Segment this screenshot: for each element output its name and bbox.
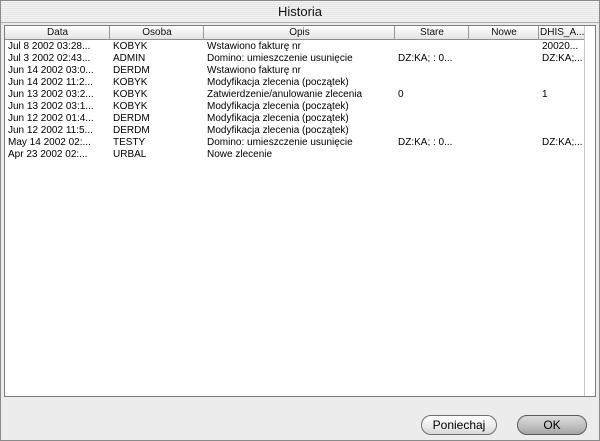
cell-dhis <box>540 113 585 125</box>
cell-osoba: DERDM <box>113 125 150 136</box>
column-header-dhis[interactable]: DHIS_A... <box>540 26 585 40</box>
cell-stare <box>396 77 469 89</box>
cell-opis: Modyfikacja zlecenia (początek) <box>207 125 349 136</box>
cell-nowe <box>470 65 539 77</box>
window-title: Historia <box>277 4 323 19</box>
table-header: Data Osoba Opis Stare Nowe DHIS_A... <box>5 26 585 40</box>
cell-opis: Modyfikacja zlecenia (początek) <box>207 101 349 112</box>
cell-dhis <box>540 149 585 161</box>
cell-nowe <box>470 41 539 53</box>
cell-data: Apr 23 2002 02:... <box>8 149 88 160</box>
vertical-scrollbar[interactable] <box>584 26 595 396</box>
cell-opis: Domino: umieszczenie usunięcie <box>207 137 353 148</box>
cell-osoba: KOBYK <box>113 41 148 52</box>
cell-nowe <box>470 77 539 89</box>
cell-stare: 0 <box>398 89 404 100</box>
cell-data: Jun 12 2002 01:4... <box>8 113 94 124</box>
cell-dhis <box>540 125 585 137</box>
cell-osoba: KOBYK <box>113 101 148 112</box>
ok-button[interactable]: OK <box>517 415 587 435</box>
cell-stare <box>396 41 469 53</box>
cell-nowe <box>470 125 539 137</box>
cell-dhis <box>540 77 585 89</box>
cell-stare <box>396 101 469 113</box>
cell-stare <box>396 65 469 77</box>
column-header-opis[interactable]: Opis <box>205 26 395 40</box>
history-table[interactable]: Data Osoba Opis Stare Nowe DHIS_A... Jul… <box>4 25 596 397</box>
cell-stare: DZ:KA; : 0... <box>398 53 453 64</box>
cell-osoba: TESTY <box>113 137 146 148</box>
cell-dhis: 1 <box>542 89 548 100</box>
table-row[interactable]: May 14 2002 02:... TESTY Domino: umieszcze… <box>5 137 585 149</box>
cell-opis: Zatwierdzenie/anulowanie zlecenia <box>207 89 363 100</box>
cell-osoba: KOBYK <box>113 89 148 100</box>
table-row[interactable]: Jul 3 2002 02:43... ADMIN Domino: umieszcz… <box>5 53 585 65</box>
cell-dhis <box>540 65 585 77</box>
cell-osoba: KOBYK <box>113 77 148 88</box>
cell-dhis: DZ:KA;... <box>542 53 583 64</box>
cell-stare <box>396 113 469 125</box>
cell-data: Jun 14 2002 11:2... <box>8 77 93 88</box>
cell-nowe <box>470 149 539 161</box>
table-row[interactable]: Jun 13 2002 03:1... KOBYK Modyfikacja zlec… <box>5 101 585 113</box>
table-row[interactable]: Jun 12 2002 01:4... DERDM Modyfikacja zlec… <box>5 113 585 125</box>
cell-dhis: DZ:KA;... <box>542 137 583 148</box>
table-row[interactable]: Jun 14 2002 11:2... KOBYK Modyfikacja zlec… <box>5 77 585 89</box>
cell-osoba: DERDM <box>113 65 150 76</box>
cell-opis: Nowe zlecenie <box>207 149 273 160</box>
cell-nowe <box>470 113 539 125</box>
cell-stare <box>396 125 469 137</box>
cell-data: Jul 3 2002 02:43... <box>8 53 91 64</box>
table-body: Jul 8 2002 03:28... KOBYK Wstawiono faktur… <box>5 41 585 161</box>
cell-data: Jul 8 2002 03:28... <box>8 41 91 52</box>
table-row[interactable]: Jun 13 2002 03:2... KOBYK Zatwierdzenie/an… <box>5 89 585 101</box>
title-bar[interactable]: Historia <box>1 1 599 23</box>
cell-opis: Wstawiono fakturę nr <box>207 65 301 76</box>
table-row[interactable]: Jun 12 2002 11:5... DERDM Modyfikacja zlec… <box>5 125 585 137</box>
cancel-button[interactable]: Poniechaj <box>421 415 497 435</box>
cell-osoba: ADMIN <box>113 53 146 64</box>
cell-nowe <box>470 89 539 101</box>
cell-nowe <box>470 53 539 65</box>
cell-osoba: DERDM <box>113 113 150 124</box>
cell-opis: Modyfikacja zlecenia (początek) <box>207 77 349 88</box>
cell-opis: Wstawiono fakturę nr <box>207 41 301 52</box>
column-header-stare[interactable]: Stare <box>396 26 469 40</box>
cell-opis: Domino: umieszczenie usunięcie <box>207 53 353 64</box>
cell-data: May 14 2002 02:... <box>8 137 91 148</box>
cell-data: Jun 14 2002 03:0... <box>8 65 94 76</box>
table-row[interactable]: Jul 8 2002 03:28... KOBYK Wstawiono faktur… <box>5 41 585 53</box>
cell-dhis <box>540 101 585 113</box>
cell-dhis: 20020... <box>542 41 579 52</box>
cell-opis: Modyfikacja zlecenia (początek) <box>207 113 349 124</box>
cell-data: Jun 12 2002 11:5... <box>8 125 93 136</box>
cell-osoba: URBAL <box>113 149 147 160</box>
table-row[interactable]: Apr 23 2002 02:... URBAL Nowe zlecenie <box>5 149 585 161</box>
cell-data: Jun 13 2002 03:1... <box>8 101 94 112</box>
cell-stare: DZ:KA; : 0... <box>398 137 453 148</box>
cell-nowe <box>470 101 539 113</box>
column-header-data[interactable]: Data <box>6 26 110 40</box>
column-header-osoba[interactable]: Osoba <box>111 26 204 40</box>
cell-nowe <box>470 137 539 149</box>
history-dialog: Historia Data Osoba Opis Stare Nowe DHIS… <box>0 0 600 441</box>
column-header-nowe[interactable]: Nowe <box>470 26 539 40</box>
table-row[interactable]: Jun 14 2002 03:0... DERDM Wstawiono faktur… <box>5 65 585 77</box>
cell-data: Jun 13 2002 03:2... <box>8 89 94 100</box>
cell-stare <box>396 149 469 161</box>
